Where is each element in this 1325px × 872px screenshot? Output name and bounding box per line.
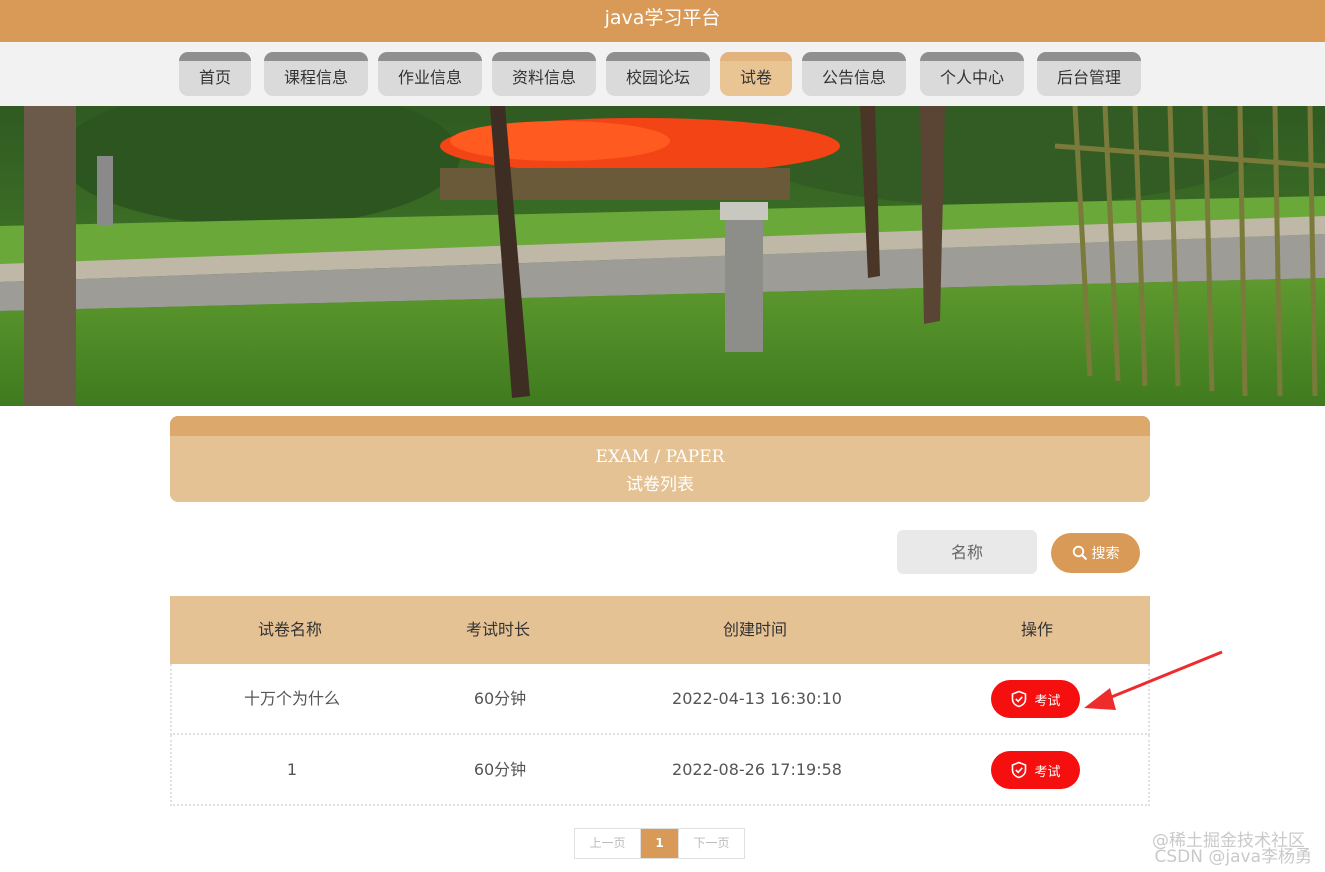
nav-item-exam[interactable]: 试卷 [720, 52, 792, 96]
nav-item-label: 试卷 [739, 68, 772, 87]
nav-item-label: 首页 [198, 68, 231, 87]
col-header-duration: 考试时长 [465, 620, 530, 639]
nav-item-label: 资料信息 [511, 68, 576, 87]
nav-item-label: 公告信息 [821, 68, 886, 87]
next-page-button[interactable]: 下一页 [678, 829, 744, 858]
nav-item-forum[interactable]: 校园论坛 [606, 52, 710, 96]
table-row: 十万个为什么 60分钟 2022-04-13 16:30:10 考试 [170, 664, 1150, 735]
col-header-created: 创建时间 [722, 620, 787, 639]
nav-item-homework[interactable]: 作业信息 [378, 52, 482, 96]
nav-item-home[interactable]: 首页 [179, 52, 251, 96]
col-header-action: 操作 [1020, 620, 1053, 639]
table-row: 1 60分钟 2022-08-26 17:19:58 考试 [170, 735, 1150, 806]
exam-table: 试卷名称 考试时长 创建时间 操作 十万个为什么 60分钟 2022-04-13… [170, 596, 1150, 806]
nav-item-label: 课程信息 [283, 68, 348, 87]
search-button-label: 搜索 [1091, 546, 1120, 562]
top-bar: java学习平台 [0, 0, 1325, 42]
shield-check-icon [1012, 761, 1027, 779]
cell-created: 2022-04-13 16:30:10 [672, 689, 842, 708]
nav-item-label: 个人中心 [939, 68, 1004, 87]
cell-name: 十万个为什么 [243, 689, 340, 708]
search-icon [1072, 545, 1087, 561]
col-header-name: 试卷名称 [257, 620, 322, 639]
site-title: java学习平台 [604, 7, 721, 29]
nav-item-admin[interactable]: 后台管理 [1037, 52, 1141, 96]
section-header-strip [170, 416, 1150, 436]
nav-item-courses[interactable]: 课程信息 [264, 52, 368, 96]
pagination: 上一页 1 下一页 [574, 828, 745, 859]
nav-item-label: 作业信息 [397, 68, 462, 87]
search-button[interactable]: 搜索 [1051, 533, 1140, 573]
nav-item-notices[interactable]: 公告信息 [802, 52, 906, 96]
table-header: 试卷名称 考试时长 创建时间 操作 [170, 596, 1150, 664]
take-exam-button[interactable]: 考试 [991, 751, 1080, 789]
main-nav: 首页 课程信息 作业信息 资料信息 校园论坛 试卷 公告信息 个人中心 后台管理 [0, 42, 1325, 106]
take-exam-label: 考试 [1034, 693, 1061, 709]
nav-item-label: 后台管理 [1056, 68, 1121, 87]
section-title-en: EXAM / PAPER [595, 447, 725, 467]
nav-item-label: 校园论坛 [625, 68, 690, 87]
search-input[interactable] [897, 530, 1037, 574]
take-exam-button[interactable]: 考试 [991, 680, 1080, 718]
cell-name: 1 [286, 760, 298, 779]
shield-check-icon [1012, 690, 1027, 708]
banner-image [0, 106, 1325, 406]
nav-item-profile[interactable]: 个人中心 [920, 52, 1024, 96]
cell-created: 2022-08-26 17:19:58 [672, 760, 842, 779]
take-exam-label: 考试 [1034, 764, 1061, 780]
cell-duration: 60分钟 [473, 689, 527, 708]
nav-item-materials[interactable]: 资料信息 [492, 52, 596, 96]
section-title-cn: 试卷列表 [626, 475, 694, 495]
cell-duration: 60分钟 [473, 760, 527, 779]
section-header: EXAM / PAPER 试卷列表 [170, 416, 1150, 502]
watermark-csdn: CSDN @java李杨勇 [1154, 847, 1313, 867]
park-scene-illustration [0, 106, 1325, 406]
prev-page-button[interactable]: 上一页 [575, 829, 641, 858]
page-button-current[interactable]: 1 [641, 829, 678, 858]
